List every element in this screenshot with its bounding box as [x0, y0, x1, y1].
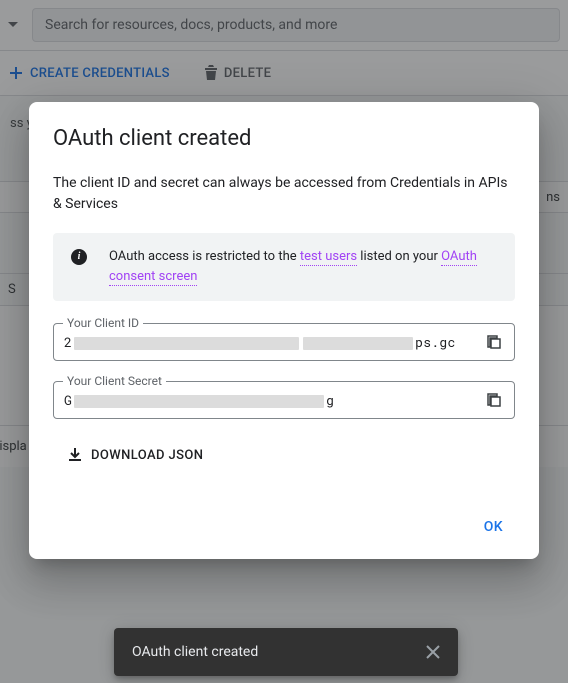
info-mid: listed on your [357, 249, 441, 264]
dialog-lead-text: The client ID and secret can always be a… [53, 173, 515, 215]
copy-icon [486, 392, 502, 408]
dialog-actions: OK [53, 511, 515, 543]
info-box: i OAuth access is restricted to the test… [53, 233, 515, 301]
download-json-button[interactable]: DOWNLOAD JSON [59, 439, 515, 471]
download-json-label: DOWNLOAD JSON [91, 448, 203, 463]
client-secret-prefix: G [64, 391, 72, 409]
client-id-value[interactable]: 2 ps.gc [64, 333, 482, 351]
close-icon [426, 645, 440, 659]
toast: OAuth client created [114, 628, 458, 676]
ok-button[interactable]: OK [472, 511, 515, 543]
info-text: OAuth access is restricted to the test u… [109, 247, 497, 287]
client-secret-field: Your Client Secret Gg [53, 381, 515, 419]
client-secret-value[interactable]: Gg [64, 391, 482, 409]
client-secret-suffix: g [326, 391, 334, 409]
client-id-label: Your Client ID [63, 316, 143, 330]
client-id-redacted-1 [74, 337, 299, 350]
toast-message: OAuth client created [132, 644, 258, 660]
client-id-prefix: 2 [64, 333, 72, 351]
oauth-client-created-dialog: OAuth client created The client ID and s… [29, 102, 539, 559]
test-users-link[interactable]: test users [300, 249, 357, 266]
info-prefix: OAuth access is restricted to the [109, 249, 300, 264]
dialog-title: OAuth client created [53, 126, 515, 151]
client-secret-redacted [74, 395, 324, 408]
copy-client-secret-button[interactable] [482, 388, 506, 412]
client-secret-label: Your Client Secret [63, 374, 166, 388]
client-id-redacted-2 [303, 337, 413, 350]
download-icon [67, 447, 83, 463]
client-id-field: Your Client ID 2ps.gc [53, 323, 515, 361]
toast-close-button[interactable] [426, 645, 440, 659]
info-icon: i [71, 249, 87, 265]
copy-client-id-button[interactable] [482, 330, 506, 354]
client-id-suffix: ps.gc [415, 333, 456, 351]
copy-icon [486, 334, 502, 350]
